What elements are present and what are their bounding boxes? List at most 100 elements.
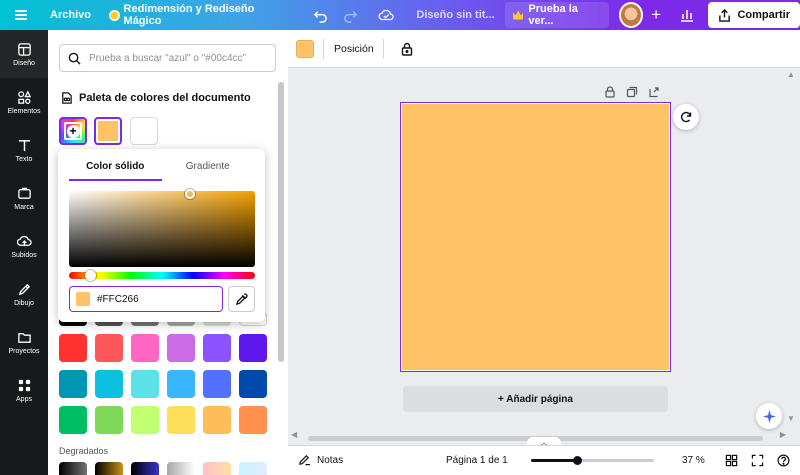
trial-button[interactable]: Prueba la ver...	[505, 2, 609, 28]
undo-icon[interactable]	[305, 0, 335, 30]
rail-item-text[interactable]: Texto	[0, 126, 48, 174]
color-swatch[interactable]	[95, 406, 123, 434]
color-swatch[interactable]	[167, 370, 195, 398]
page-count[interactable]: Página 1 de 1	[446, 455, 508, 466]
rail-item-design[interactable]: Diseño	[0, 30, 48, 78]
rail-item-apps[interactable]: Apps	[0, 366, 48, 414]
gradient-swatch[interactable]	[167, 462, 195, 475]
design-page[interactable]	[400, 102, 671, 372]
magic-sparkle-icon	[109, 9, 120, 21]
magic-resize-button[interactable]: Redimensión y Rediseño Mágico	[109, 0, 283, 30]
gradient-swatch[interactable]	[59, 462, 87, 475]
color-swatch[interactable]	[167, 406, 195, 434]
menu-icon[interactable]	[0, 0, 41, 30]
rotate-button[interactable]	[673, 104, 699, 130]
file-menu[interactable]: Archivo	[50, 0, 91, 30]
lock-icon[interactable]	[400, 42, 414, 56]
cloud-save-icon[interactable]	[371, 0, 401, 30]
add-page-button[interactable]: + Añadir página	[403, 386, 668, 412]
color-swatch[interactable]	[239, 406, 267, 434]
document-color-swatch[interactable]	[130, 117, 158, 145]
document-title[interactable]: Diseño sin tit...	[409, 0, 502, 30]
position-button[interactable]: Posición	[334, 43, 374, 55]
rail-item-draw[interactable]: Dibujo	[0, 270, 48, 318]
color-swatch[interactable]	[203, 370, 231, 398]
share-icon	[719, 8, 731, 22]
upload-icon	[16, 235, 32, 246]
color-swatch[interactable]	[59, 406, 87, 434]
editor-toolbar: Posición	[288, 30, 800, 68]
color-swatch[interactable]	[131, 370, 159, 398]
palette-heading: Paleta de colores del documento	[60, 91, 251, 105]
text-icon	[18, 139, 30, 151]
color-swatch[interactable]	[239, 370, 267, 398]
add-color-button[interactable]: +	[59, 117, 87, 145]
color-swatch[interactable]	[95, 370, 123, 398]
lock-page-icon[interactable]	[604, 86, 616, 98]
color-swatch[interactable]	[131, 406, 159, 434]
fullscreen-icon[interactable]	[751, 454, 764, 467]
color-swatch[interactable]	[239, 334, 267, 362]
current-color-chip	[76, 292, 90, 306]
scroll-right-arrow[interactable]: ▶	[780, 430, 786, 439]
rail-label: Marca	[14, 203, 34, 211]
gradient-swatch[interactable]	[131, 462, 159, 475]
rail-item-uploads[interactable]: Subidos	[0, 222, 48, 270]
document-palette-icon	[62, 92, 72, 104]
default-colors-row	[59, 406, 267, 434]
grid-view-icon[interactable]	[725, 454, 738, 467]
tab-solid-color[interactable]: Color sólido	[69, 159, 162, 181]
zoom-level[interactable]: 37 %	[682, 455, 705, 466]
shapes-icon	[17, 89, 31, 104]
tab-gradient[interactable]: Gradiente	[162, 159, 255, 181]
zoom-slider[interactable]	[531, 456, 654, 465]
zoom-fill	[531, 459, 577, 462]
duplicate-page-icon[interactable]	[626, 86, 638, 98]
share-label: Compartir	[737, 9, 790, 21]
color-swatch[interactable]	[59, 334, 87, 362]
gradients-heading: Degradados	[59, 446, 109, 456]
add-page-icon[interactable]	[648, 86, 660, 98]
help-icon[interactable]	[777, 454, 790, 467]
color-swatch[interactable]	[167, 334, 195, 362]
magic-assistant-button[interactable]	[756, 403, 782, 429]
hue-slider[interactable]	[69, 270, 255, 281]
notes-button[interactable]: Notas	[298, 454, 343, 466]
gradient-swatch[interactable]	[239, 462, 267, 475]
scroll-left-arrow[interactable]: ◀	[291, 430, 297, 439]
plus-icon[interactable]: +	[643, 0, 669, 30]
rail-item-elements[interactable]: Elementos	[0, 78, 48, 126]
color-swatch[interactable]	[203, 334, 231, 362]
zoom-handle[interactable]	[572, 456, 582, 465]
crown-icon	[513, 10, 524, 20]
document-color-swatch[interactable]	[94, 117, 122, 145]
color-swatch[interactable]	[59, 370, 87, 398]
scroll-up-arrow[interactable]: ▲	[787, 70, 795, 79]
hue-handle[interactable]	[85, 270, 96, 281]
analytics-icon[interactable]	[675, 0, 699, 30]
plus-icon: +	[66, 124, 80, 138]
panel-scrollbar[interactable]	[278, 82, 284, 362]
redo-icon[interactable]	[335, 0, 365, 30]
palette-title: Paleta de colores del documento	[79, 92, 251, 104]
color-swatch[interactable]	[95, 334, 123, 362]
hex-input[interactable]	[97, 293, 207, 305]
fill-color-button[interactable]	[296, 39, 314, 58]
rail-item-brand[interactable]: Marca	[0, 174, 48, 222]
bottom-bar: Notas Página 1 de 1 37 %	[288, 445, 800, 475]
share-button[interactable]: Compartir	[708, 2, 800, 28]
rail-item-projects[interactable]: Proyectos	[0, 318, 48, 366]
search-input[interactable]	[89, 52, 264, 64]
top-bar: Archivo Redimensión y Rediseño Mágico Di…	[0, 0, 800, 30]
eyedropper-button[interactable]	[228, 286, 255, 312]
scroll-down-arrow[interactable]: ▼	[787, 414, 795, 423]
gradient-swatch[interactable]	[203, 462, 231, 475]
magic-resize-label: Redimensión y Rediseño Mágico	[123, 3, 255, 27]
sv-handle[interactable]	[185, 189, 195, 199]
color-swatch[interactable]	[131, 334, 159, 362]
color-swatch[interactable]	[203, 406, 231, 434]
saturation-value-area[interactable]	[69, 189, 255, 267]
rail-label: Diseño	[13, 59, 35, 67]
gradient-swatch[interactable]	[95, 462, 123, 475]
avatar[interactable]	[618, 2, 644, 28]
